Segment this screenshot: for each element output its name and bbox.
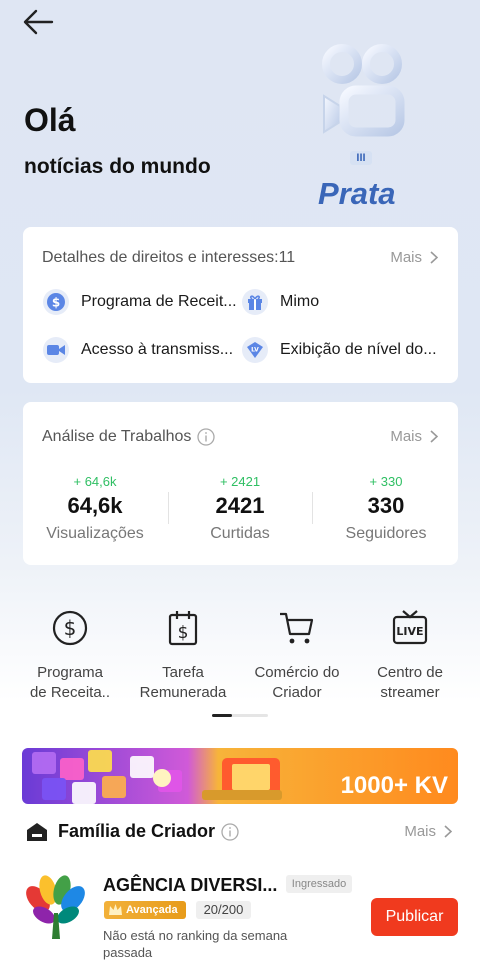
ranking-text: Não está no ranking da semana passada: [103, 928, 288, 960]
rights-title: Detalhes de direitos e interesses:11: [42, 249, 296, 266]
chevron-right-icon: [430, 251, 438, 264]
more-label: Mais: [404, 823, 436, 840]
stat-value: 64,6k: [67, 493, 123, 518]
level-pill: Avançada: [104, 901, 186, 919]
analysis-title: Análise de Trabalhos: [42, 428, 216, 446]
banner-text: 1000+ KV: [341, 772, 448, 799]
perk-label: Acesso à transmiss...: [81, 341, 234, 358]
chevron-right-icon: [430, 430, 438, 443]
video-icon: [43, 337, 69, 363]
dollar-circle-icon: $: [52, 610, 88, 646]
stat-label: Curtidas: [210, 525, 270, 542]
stat-delta: + 330: [369, 474, 403, 489]
perk-label: Mimo: [280, 293, 320, 310]
analysis-title-text: Análise de Trabalhos: [42, 428, 192, 445]
member-count: 20/200: [195, 901, 252, 919]
tool-revenue-program[interactable]: $ Programa de Receita..: [15, 608, 125, 703]
joined-status-badge: Ingressado: [286, 875, 352, 893]
stat-likes[interactable]: + 2421 2421 Curtidas: [170, 474, 310, 543]
stat-delta: + 2421: [219, 474, 261, 489]
level-icon: LV: [242, 337, 268, 363]
svg-text:$: $: [178, 623, 189, 643]
badge-numeral: III: [350, 151, 372, 165]
stat-delta: + 64,6k: [73, 474, 117, 489]
camera-badge-icon: [322, 44, 405, 137]
tool-label: de Receita..: [29, 684, 111, 701]
banner-graphic: 1000+ KV: [22, 748, 458, 804]
svg-text:LV: LV: [251, 347, 259, 354]
page-indicator-active: [212, 714, 232, 717]
perk-live-access[interactable]: Acesso à transmiss...: [43, 337, 238, 363]
dollar-icon: $: [43, 289, 69, 315]
back-button[interactable]: [22, 8, 58, 40]
svg-text:LIVE: LIVE: [396, 625, 423, 638]
tool-paid-task[interactable]: $ Tarefa Remunerada: [128, 608, 238, 703]
greeting: Olá: [24, 102, 76, 138]
chevron-right-icon: [444, 825, 452, 838]
more-label: Mais: [390, 428, 422, 445]
badge-level-label: Prata: [318, 176, 396, 211]
agency-logo: [26, 875, 85, 939]
more-label: Mais: [390, 249, 422, 266]
analysis-card: Análise de Trabalhos Mais + 64,6k 64,6k …: [23, 402, 458, 565]
agency-level-row: Avançada 20/200: [104, 900, 252, 920]
stat-value: 330: [367, 493, 405, 518]
calendar-dollar-icon: $: [168, 611, 198, 646]
arrow-left-icon: [23, 9, 54, 35]
rights-more-link[interactable]: Mais: [390, 249, 438, 266]
family-more-link[interactable]: Mais: [404, 823, 452, 840]
tool-creator-commerce[interactable]: Comércio do Criador: [242, 608, 352, 703]
perk-revenue-program[interactable]: $ Programa de Receit...: [43, 289, 238, 315]
svg-text:$: $: [64, 616, 77, 640]
tool-label: Tarefa: [162, 664, 204, 681]
cart-icon: [280, 612, 314, 644]
tool-label: Remunerada: [139, 684, 227, 701]
stat-followers[interactable]: + 330 330 Seguidores: [316, 474, 456, 543]
account-name: notícias do mundo: [24, 155, 211, 178]
tool-label: Comércio do: [254, 664, 340, 681]
house-icon: [27, 823, 47, 841]
stat-value: 2421: [215, 493, 265, 518]
tool-label: Criador: [272, 684, 322, 701]
gift-icon: [242, 289, 268, 315]
info-icon[interactable]: [221, 822, 239, 841]
divider: [312, 492, 313, 524]
level-label: Avançada: [126, 904, 178, 916]
svg-text:$: $: [52, 296, 60, 310]
tool-streamer-center[interactable]: LIVE Centro de streamer: [355, 608, 465, 703]
tool-label: Centro de: [377, 664, 443, 681]
rights-card: Detalhes de direitos e interesses:11 Mai…: [23, 227, 458, 383]
info-icon[interactable]: [197, 428, 216, 446]
stat-label: Seguidores: [345, 525, 427, 542]
analysis-more-link[interactable]: Mais: [390, 428, 438, 445]
stat-label: Visualizações: [46, 525, 144, 542]
family-title-text: Família de Criador: [58, 821, 216, 841]
page-indicator: [212, 714, 268, 717]
live-tv-icon: LIVE: [392, 610, 428, 645]
agency-name[interactable]: AGÊNCIA DIVERSI...: [103, 875, 277, 896]
perk-level-display[interactable]: LV Exibição de nível do...: [242, 337, 442, 363]
tool-label: streamer: [380, 684, 440, 701]
publish-button[interactable]: Publicar: [371, 898, 458, 936]
perk-gift[interactable]: Mimo: [242, 289, 442, 315]
crown-icon: [109, 904, 122, 915]
perk-label: Exibição de nível do...: [280, 341, 437, 358]
stat-views[interactable]: + 64,6k 64,6k Visualizações: [25, 474, 165, 543]
promo-banner[interactable]: 1000+ KV: [22, 748, 458, 804]
family-title: Família de Criador: [58, 821, 239, 842]
tool-label: Programa: [37, 664, 103, 681]
perk-label: Programa de Receit...: [81, 293, 237, 310]
divider: [168, 492, 169, 524]
